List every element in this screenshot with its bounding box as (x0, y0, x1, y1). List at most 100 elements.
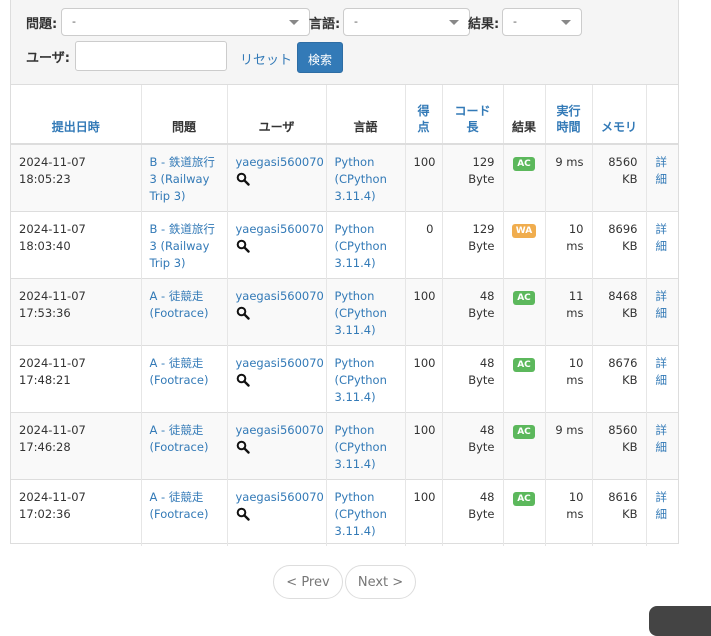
memory-cell: 8676 KB (592, 344, 647, 412)
reset-link[interactable]: リセット (240, 49, 292, 68)
score-cell: 0 (405, 210, 443, 278)
submission-date: 2024-11-07 17:02:36 (11, 478, 142, 546)
header-language: 言語 (326, 85, 406, 145)
result-select[interactable]: - (502, 8, 582, 36)
submission-date: 2024-11-07 17:48:21 (11, 344, 142, 412)
memory-cell: 8560 KB (592, 411, 647, 479)
problem-filter-label: 問題: (26, 17, 58, 32)
table-row: 2024-11-07 17:46:28 A - 徒競走 (Footrace) yae… (11, 411, 678, 479)
language-link[interactable]: Python (CPython 3.11.4) (335, 222, 387, 270)
problem-link[interactable]: B - 鉄道旅行3 (Railway Trip 3) (150, 155, 215, 203)
search-icon[interactable] (236, 507, 250, 521)
problem-select[interactable]: - (61, 8, 310, 36)
status-badge: WA (511, 223, 537, 238)
problem-link[interactable]: A - 徒競走 (Footrace) (150, 356, 209, 387)
submission-date: 2024-11-07 18:03:40 (11, 210, 142, 278)
status-badge: AC (513, 424, 535, 439)
submission-date: 2024-11-07 17:46:28 (11, 411, 142, 479)
problem-link[interactable]: A - 徒競走 (Footrace) (150, 490, 209, 521)
code-length-cell: 48 Byte (442, 478, 504, 546)
chevron-down-icon (289, 20, 299, 25)
exec-time-cell: 9 ms (545, 143, 593, 211)
header-user: ユーザ (227, 85, 327, 145)
language-select-value: - (354, 15, 358, 28)
result-select-value: - (513, 15, 517, 28)
header-detail (646, 85, 678, 145)
chevron-down-icon (449, 20, 459, 25)
search-icon[interactable] (236, 440, 250, 454)
user-link[interactable]: yaegasi560070 (236, 423, 324, 437)
chevron-down-icon (561, 20, 571, 25)
header-result: 結果 (503, 85, 546, 145)
detail-link[interactable]: 詳細 (656, 423, 668, 454)
detail-link[interactable]: 詳細 (656, 155, 668, 186)
search-icon[interactable] (236, 373, 250, 387)
table-row: 2024-11-07 17:53:36 A - 徒競走 (Footrace) yae… (11, 277, 678, 345)
code-length-cell: 48 Byte (442, 411, 504, 479)
problem-link[interactable]: A - 徒競走 (Footrace) (150, 289, 209, 320)
table-row: 2024-11-07 18:03:40 B - 鉄道旅行3 (Railway Tr… (11, 210, 678, 278)
score-cell: 100 (405, 344, 443, 412)
header-exec-time[interactable]: 実行時間 (545, 85, 593, 145)
user-input[interactable] (75, 41, 227, 71)
status-badge: AC (513, 357, 535, 372)
language-link[interactable]: Python (CPython 3.11.4) (335, 356, 387, 404)
table-row: 2024-11-07 17:48:21 A - 徒競走 (Footrace) yae… (11, 344, 678, 412)
memory-cell: 8468 KB (592, 277, 647, 345)
detail-link[interactable]: 詳細 (656, 289, 668, 320)
exec-time-cell: 10 ms (545, 210, 593, 278)
submission-date: 2024-11-07 17:53:36 (11, 277, 142, 345)
problem-link[interactable]: B - 鉄道旅行3 (Railway Trip 3) (150, 222, 215, 270)
code-length-cell: 129 Byte (442, 210, 504, 278)
status-badge: AC (513, 290, 535, 305)
score-cell: 100 (405, 478, 443, 546)
submissions-panel: 問題: - 言語: - 結果: - ユーザ: リセット 検索 提出日時 問題 ユ… (10, 0, 679, 546)
header-code-length[interactable]: コード長 (442, 85, 504, 145)
prev-page-button[interactable]: < Prev (273, 565, 343, 599)
status-badge: AC (513, 491, 535, 506)
user-link[interactable]: yaegasi560070 (236, 222, 324, 236)
code-length-cell: 129 Byte (442, 143, 504, 211)
exec-time-cell: 9 ms (545, 411, 593, 479)
status-badge: AC (513, 157, 535, 171)
language-link[interactable]: Python (CPython 3.11.4) (335, 490, 387, 538)
next-page-button[interactable]: Next > (345, 565, 416, 599)
detail-link[interactable]: 詳細 (656, 222, 668, 253)
language-link[interactable]: Python (CPython 3.11.4) (335, 423, 387, 471)
user-link[interactable]: yaegasi560070 (236, 155, 324, 169)
memory-cell: 8696 KB (592, 210, 647, 278)
user-link[interactable]: yaegasi560070 (236, 490, 324, 504)
search-icon[interactable] (236, 306, 250, 320)
user-link[interactable]: yaegasi560070 (236, 289, 324, 303)
table-row: 2024-11-07 17:02:36 A - 徒競走 (Footrace) yae… (11, 478, 678, 546)
user-link[interactable]: yaegasi560070 (236, 356, 324, 370)
language-select[interactable]: - (343, 8, 470, 36)
floating-widget[interactable] (649, 606, 711, 636)
header-score[interactable]: 得点 (405, 85, 443, 145)
filter-bar: 問題: - 言語: - 結果: - ユーザ: リセット 検索 (11, 0, 678, 85)
memory-cell: 8560 KB (592, 143, 647, 211)
table-header-row: 提出日時 問題 ユーザ 言語 得点 コード長 結果 実行時間 メモリ (11, 85, 678, 145)
exec-time-cell: 11 ms (545, 277, 593, 345)
detail-link[interactable]: 詳細 (656, 490, 668, 521)
detail-link[interactable]: 詳細 (656, 356, 668, 387)
language-link[interactable]: Python (CPython 3.11.4) (335, 289, 387, 337)
submission-date: 2024-11-07 18:05:23 (11, 143, 142, 211)
problem-link[interactable]: A - 徒競走 (Footrace) (150, 423, 209, 454)
header-submitted[interactable]: 提出日時 (11, 85, 142, 145)
user-filter-label: ユーザ: (26, 51, 70, 66)
header-problem: 問題 (141, 85, 228, 145)
result-filter-label: 結果: (468, 17, 500, 32)
code-length-cell: 48 Byte (442, 344, 504, 412)
exec-time-cell: 10 ms (545, 344, 593, 412)
search-icon[interactable] (236, 239, 250, 253)
problem-select-value: - (72, 15, 76, 28)
search-button[interactable]: 検索 (297, 42, 343, 73)
score-cell: 100 (405, 411, 443, 479)
header-memory[interactable]: メモリ (592, 85, 647, 145)
exec-time-cell: 10 ms (545, 478, 593, 546)
language-link[interactable]: Python (CPython 3.11.4) (335, 155, 387, 203)
search-icon[interactable] (236, 172, 250, 186)
score-cell: 100 (405, 277, 443, 345)
score-cell: 100 (405, 143, 443, 211)
